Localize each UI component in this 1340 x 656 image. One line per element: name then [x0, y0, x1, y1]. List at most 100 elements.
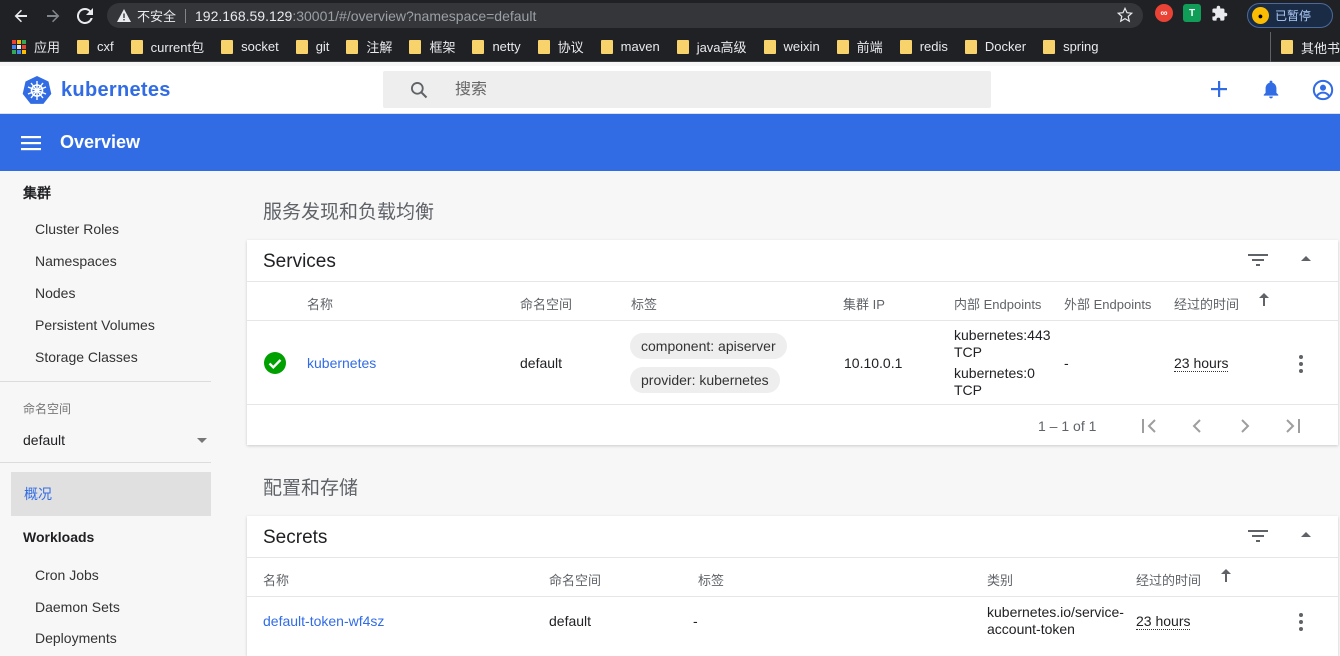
bookmark-label: maven	[620, 39, 660, 54]
extensions-area: ∞ T	[1155, 4, 1228, 22]
namespace-value: default	[23, 432, 66, 448]
card-title: Services	[263, 251, 336, 272]
last-page-icon[interactable]	[1284, 417, 1302, 435]
extension-t-icon[interactable]: T	[1183, 4, 1201, 22]
bookmark-label: cxf	[97, 39, 114, 54]
previous-page-icon[interactable]	[1188, 417, 1206, 435]
notifications-bell-icon[interactable]	[1261, 79, 1281, 101]
apps-grid-icon	[12, 39, 26, 54]
column-header: 命名空间	[520, 297, 573, 312]
bookmark-label: 前端	[856, 40, 883, 55]
back-arrow-icon[interactable]	[10, 5, 32, 27]
bookmark-label: redis	[919, 39, 948, 54]
column-header: 标签	[698, 573, 725, 588]
sort-arrow-icon[interactable]	[1258, 292, 1270, 306]
sidebar-item-overview[interactable]: 概况	[11, 472, 211, 516]
bookmark-folder[interactable]: git	[295, 39, 329, 54]
column-header[interactable]: 经过的时间	[1136, 570, 1201, 589]
bookmark-folder[interactable]: Docker	[964, 39, 1026, 54]
sidebar-item-namespaces[interactable]: Namespaces	[35, 253, 117, 269]
sidebar-heading-workloads[interactable]: Workloads	[23, 529, 94, 545]
profile-button[interactable]: ● 已暂停	[1247, 3, 1333, 28]
bookmark-folder[interactable]: redis	[899, 39, 948, 54]
bookmark-label: 协议	[557, 40, 584, 55]
bookmark-label: socket	[241, 39, 279, 54]
bookmark-label: 其他书	[1300, 40, 1340, 56]
filter-icon[interactable]	[1248, 528, 1268, 544]
hamburger-menu-icon[interactable]	[21, 135, 41, 151]
extension-infinity-icon[interactable]: ∞	[1155, 4, 1173, 22]
first-page-icon[interactable]	[1140, 417, 1158, 435]
bookmark-label: 注解	[366, 40, 393, 55]
secret-name-link[interactable]: default-token-wf4sz	[263, 613, 384, 629]
browser-toolbar: 不安全 192.168.59.129:30001/#/overview?name…	[0, 0, 1340, 32]
more-vert-icon[interactable]	[1299, 613, 1303, 631]
folder-icon	[77, 39, 90, 54]
address-bar[interactable]: 不安全 192.168.59.129:30001/#/overview?name…	[107, 3, 1143, 28]
page-title: Overview	[60, 132, 141, 152]
kubernetes-logo[interactable]: kubernetes	[22, 75, 171, 105]
service-name-link[interactable]: kubernetes	[307, 355, 376, 371]
kubernetes-wheel-icon	[22, 76, 52, 104]
other-bookmarks[interactable]: 其他书	[1269, 32, 1340, 62]
column-header: 内部 Endpoints	[954, 297, 1042, 312]
more-vert-icon[interactable]	[1299, 355, 1303, 373]
next-page-icon[interactable]	[1236, 417, 1254, 435]
filter-icon[interactable]	[1248, 252, 1268, 268]
bookmark-label: 框架	[429, 40, 456, 55]
collapse-caret-icon[interactable]	[1300, 254, 1312, 262]
column-header[interactable]: 名称	[263, 570, 289, 589]
puzzle-extensions-icon[interactable]	[1211, 5, 1228, 22]
bookmark-folder[interactable]: current包	[130, 37, 204, 56]
services-card: Services 名称 命名空间 标签 集群 IP 内部 Endpoints 外…	[247, 240, 1338, 445]
sidebar-item-cron-jobs[interactable]: Cron Jobs	[35, 567, 99, 583]
internal-endpoint: kubernetes:0	[954, 365, 1035, 381]
bookmark-star-icon[interactable]	[1117, 7, 1133, 23]
search-bar[interactable]	[383, 71, 991, 108]
folder-icon	[1043, 39, 1056, 54]
internal-endpoint-protocol: TCP	[954, 344, 982, 360]
sort-arrow-icon[interactable]	[1220, 568, 1232, 582]
column-header: 标签	[631, 297, 658, 312]
column-header[interactable]: 名称	[307, 294, 333, 313]
secret-namespace: default	[549, 613, 592, 629]
sidebar-item-nodes[interactable]: Nodes	[35, 285, 75, 301]
namespace-select[interactable]: default	[23, 429, 211, 451]
forward-arrow-icon[interactable]	[42, 5, 64, 27]
bookmark-folder[interactable]: java高级	[676, 37, 747, 56]
sidebar-divider	[0, 381, 211, 382]
sidebar-item-deployments[interactable]: Deployments	[35, 630, 117, 646]
bookmark-folder[interactable]: maven	[600, 39, 660, 54]
account-circle-icon[interactable]	[1312, 79, 1334, 101]
bookmark-folder[interactable]: socket	[221, 39, 279, 54]
bookmark-folder[interactable]: cxf	[77, 39, 114, 54]
bookmark-apps[interactable]: 应用	[12, 37, 60, 56]
column-header[interactable]: 经过的时间	[1174, 294, 1239, 313]
bookmark-folder[interactable]: 前端	[836, 37, 883, 56]
sidebar-divider	[0, 462, 211, 463]
pagination-range: 1 – 1 of 1	[1038, 418, 1097, 434]
add-icon[interactable]	[1209, 79, 1229, 99]
sidebar-item-daemon-sets[interactable]: Daemon Sets	[35, 599, 120, 615]
bookmark-folder[interactable]: 框架	[409, 37, 455, 56]
bookmark-folder[interactable]: weixin	[763, 39, 820, 54]
bookmark-folder[interactable]: spring	[1043, 39, 1098, 54]
sidebar-item-persistent-volumes[interactable]: Persistent Volumes	[35, 317, 155, 333]
sidebar-item-cluster-roles[interactable]: Cluster Roles	[35, 221, 119, 237]
namespace-label: 命名空间	[23, 402, 72, 416]
bookmark-folder[interactable]: netty	[472, 39, 521, 54]
folder-icon	[1280, 40, 1293, 54]
sidebar: 集群 Cluster Roles Namespaces Nodes Persis…	[0, 171, 211, 646]
reload-icon[interactable]	[74, 5, 96, 27]
folder-icon	[836, 39, 849, 54]
column-header: 外部 Endpoints	[1064, 297, 1152, 312]
avatar: ●	[1252, 7, 1269, 24]
search-input[interactable]	[455, 80, 935, 99]
folder-icon	[409, 39, 422, 54]
bookmark-folder[interactable]: 注解	[346, 37, 392, 56]
collapse-caret-icon[interactable]	[1300, 530, 1312, 538]
sidebar-item-storage-classes[interactable]: Storage Classes	[35, 349, 138, 365]
sidebar-heading-cluster: 集群	[23, 185, 51, 201]
profile-status-label: 已暂停	[1275, 9, 1312, 23]
bookmark-folder[interactable]: 协议	[537, 37, 584, 56]
